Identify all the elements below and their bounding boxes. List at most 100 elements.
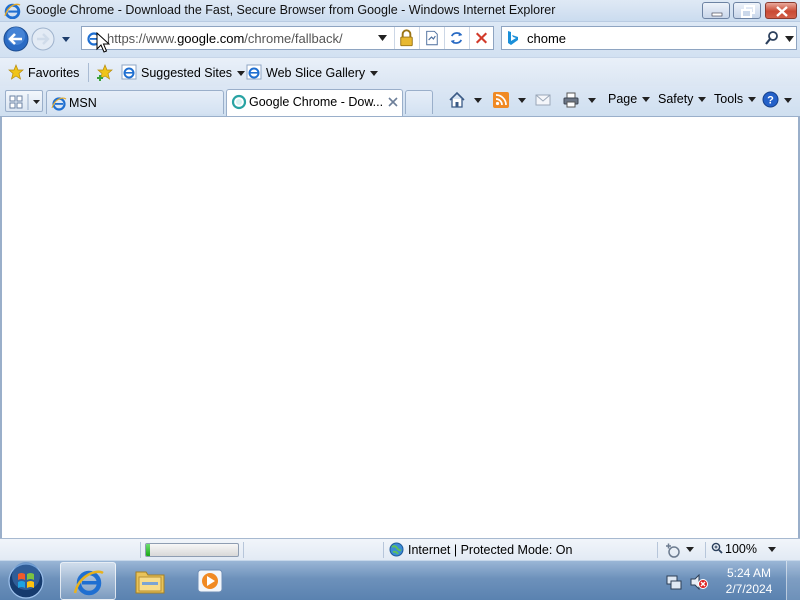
quick-tabs-icon bbox=[9, 94, 40, 110]
search-input[interactable]: chome bbox=[527, 31, 566, 46]
clock-date: 2/7/2024 bbox=[725, 582, 773, 596]
divider bbox=[140, 542, 141, 558]
home-icon[interactable] bbox=[448, 91, 466, 109]
feeds-dropdown-icon[interactable] bbox=[518, 98, 526, 103]
title-bar: Google Chrome - Download the Fast, Secur… bbox=[0, 0, 800, 22]
chevron-down-icon bbox=[784, 98, 792, 103]
restore-button[interactable] bbox=[733, 2, 761, 19]
taskbar-clock[interactable]: 5:24 AM 2/7/2024 bbox=[716, 565, 782, 597]
globe-icon bbox=[389, 542, 404, 557]
new-tab-button[interactable] bbox=[405, 90, 433, 114]
back-button[interactable] bbox=[3, 26, 29, 52]
close-icon bbox=[776, 6, 788, 17]
favorites-button[interactable]: Favorites bbox=[8, 64, 79, 80]
page-menu[interactable]: Page bbox=[608, 92, 651, 106]
safety-menu[interactable]: Safety bbox=[658, 92, 707, 106]
close-button[interactable] bbox=[765, 2, 797, 19]
print-icon[interactable] bbox=[562, 91, 580, 109]
ie-page-icon bbox=[246, 64, 262, 80]
add-to-favorites-bar-icon[interactable] bbox=[96, 64, 114, 81]
security-zone-label: Internet | Protected Mode: On bbox=[408, 543, 573, 557]
ie-logo-icon bbox=[4, 3, 21, 19]
status-bar: Internet | Protected Mode: On 100% bbox=[0, 538, 800, 560]
restore-icon bbox=[741, 5, 755, 18]
search-icon[interactable] bbox=[764, 30, 780, 46]
stop-icon[interactable] bbox=[469, 27, 493, 49]
page-load-progress bbox=[145, 543, 239, 557]
start-button[interactable] bbox=[6, 562, 46, 600]
favorites-label: Favorites bbox=[28, 66, 80, 80]
volume-muted-icon[interactable] bbox=[690, 574, 708, 590]
minimize-icon bbox=[711, 12, 723, 17]
search-options-dropdown-icon[interactable] bbox=[785, 36, 794, 42]
tools-menu[interactable]: Tools bbox=[714, 92, 757, 106]
popup-blocker-icon[interactable] bbox=[664, 542, 680, 558]
url-path: /chrome/fallback/ bbox=[244, 31, 343, 46]
help-icon: ? bbox=[762, 91, 779, 108]
folder-icon bbox=[135, 571, 165, 594]
chevron-down-icon bbox=[698, 97, 707, 102]
loading-icon bbox=[231, 94, 247, 110]
quick-tabs-button[interactable] bbox=[5, 90, 43, 112]
progress-fill bbox=[146, 544, 150, 556]
safety-menu-label: Safety bbox=[658, 92, 694, 106]
tab-label: Google Chrome - Dow... bbox=[249, 95, 384, 109]
taskbar: 5:24 AM 2/7/2024 bbox=[0, 560, 800, 600]
compatibility-view-icon[interactable] bbox=[419, 27, 443, 49]
chevron-down-icon[interactable] bbox=[768, 547, 776, 552]
read-mail-icon[interactable] bbox=[535, 93, 551, 107]
ie-page-icon bbox=[121, 64, 137, 80]
zoom-icon bbox=[711, 542, 723, 554]
address-bar[interactable]: https://www.google.com/chrome/fallback/ bbox=[81, 26, 494, 50]
taskbar-internet-explorer[interactable] bbox=[60, 562, 116, 600]
page-content[interactable] bbox=[0, 117, 800, 538]
address-dropdown-arrow-icon[interactable] bbox=[378, 35, 387, 41]
navigation-bar: https://www.google.com/chrome/fallback/ … bbox=[0, 22, 800, 57]
divider bbox=[243, 542, 244, 558]
divider bbox=[705, 542, 706, 558]
ie-page-icon bbox=[51, 97, 67, 111]
chevron-down-icon bbox=[370, 71, 379, 76]
chevron-down-icon[interactable] bbox=[686, 547, 694, 552]
clock-time: 5:24 AM bbox=[726, 566, 772, 580]
tab-bar: MSN Google Chrome - Dow... Page Safety T… bbox=[0, 86, 800, 117]
page-menu-label: Page bbox=[608, 92, 638, 106]
bing-icon bbox=[508, 31, 518, 45]
help-menu[interactable]: ? bbox=[762, 91, 792, 108]
web-slice-gallery-label: Web Slice Gallery bbox=[266, 66, 366, 80]
divider bbox=[657, 542, 658, 558]
suggested-sites-label: Suggested Sites bbox=[141, 66, 233, 80]
close-tab-icon[interactable] bbox=[387, 96, 399, 108]
refresh-icon[interactable] bbox=[444, 27, 468, 49]
tab-google-chrome[interactable]: Google Chrome - Dow... bbox=[226, 89, 403, 116]
favorites-star-icon bbox=[8, 64, 24, 80]
url-domain: google.com bbox=[177, 31, 245, 46]
forward-button[interactable] bbox=[31, 27, 55, 51]
url-prefix: https://www. bbox=[107, 31, 178, 46]
security-zone[interactable]: Internet | Protected Mode: On bbox=[389, 542, 572, 557]
divider bbox=[383, 542, 384, 558]
zoom-label: 100% bbox=[725, 542, 757, 556]
feeds-icon[interactable] bbox=[493, 92, 509, 108]
divider bbox=[88, 63, 89, 82]
security-lock-icon[interactable] bbox=[394, 27, 418, 49]
taskbar-windows-explorer[interactable] bbox=[122, 562, 178, 600]
home-dropdown-icon[interactable] bbox=[474, 98, 482, 103]
show-desktop-button[interactable] bbox=[786, 561, 800, 600]
recent-pages-dropdown[interactable] bbox=[60, 34, 72, 44]
media-player-icon bbox=[197, 569, 223, 593]
chevron-down-icon bbox=[237, 71, 246, 76]
window-title: Google Chrome - Download the Fast, Secur… bbox=[26, 3, 556, 17]
tab-msn[interactable]: MSN bbox=[46, 90, 224, 114]
minimize-button[interactable] bbox=[702, 2, 730, 19]
zoom-level[interactable]: 100% bbox=[711, 542, 757, 556]
web-slice-gallery-button[interactable]: Web Slice Gallery bbox=[246, 64, 379, 80]
search-box[interactable]: chome bbox=[501, 26, 797, 50]
mouse-cursor-icon bbox=[96, 32, 110, 53]
print-dropdown-icon[interactable] bbox=[588, 98, 596, 103]
favorites-bar: Favorites Suggested Sites Web Slice Gall… bbox=[0, 57, 800, 86]
taskbar-media-player[interactable] bbox=[182, 562, 238, 600]
internet-explorer-icon bbox=[73, 570, 104, 596]
network-icon[interactable] bbox=[666, 574, 682, 590]
suggested-sites-button[interactable]: Suggested Sites bbox=[121, 64, 246, 80]
